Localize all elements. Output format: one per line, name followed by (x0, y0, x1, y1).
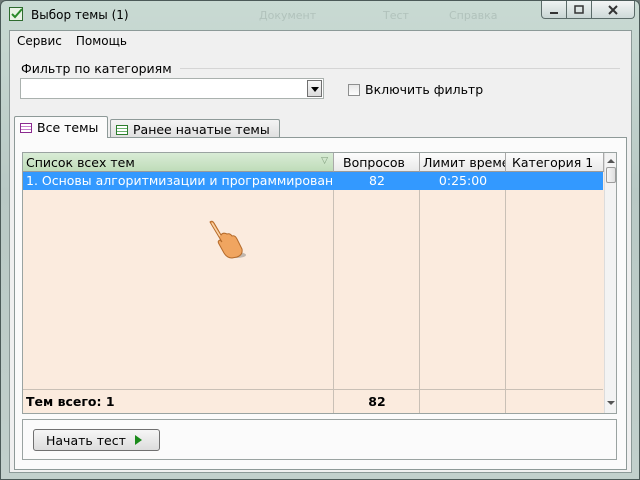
list-icon (20, 122, 32, 133)
minimize-button[interactable] (541, 1, 567, 19)
column-header-category[interactable]: Категория 1 (506, 153, 604, 172)
chevron-down-icon[interactable] (307, 80, 322, 97)
column-header-time-limit[interactable]: Лимит времени (420, 153, 506, 172)
action-frame: Начать тест (22, 419, 617, 460)
menu-item-help[interactable]: Помощь (69, 31, 134, 51)
column-divider (333, 172, 334, 413)
tab-all-topics[interactable]: Все темы (14, 116, 108, 138)
footer-divider (23, 389, 603, 390)
sort-arrow-icon: ▽ (321, 156, 328, 166)
filter-group-label: Фильтр по категориям (21, 61, 172, 76)
total-topics-label: Тем всего: 1 (26, 394, 115, 409)
menu-item-service[interactable]: Сервис (10, 31, 69, 51)
window-title: Выбор темы (1) (31, 8, 129, 22)
category-cell[interactable] (506, 173, 603, 189)
background-title-ghost: Справка (449, 9, 498, 22)
window-client-area: Сервис Помощь Фильтр по категориям Включ… (9, 30, 632, 473)
vertical-scrollbar[interactable] (604, 153, 616, 413)
questions-cell[interactable]: 82 (334, 173, 420, 189)
filter-group-divider (180, 68, 620, 69)
background-title-ghost: Документ (259, 9, 317, 22)
column-header-questions[interactable]: Вопросов (334, 153, 420, 172)
enable-filter-checkbox[interactable] (348, 84, 360, 96)
scroll-thumb[interactable] (606, 167, 616, 183)
app-window: Выбор темы (1) Документ Тест Справка Сер… (0, 0, 640, 480)
hand-pointer-icon (209, 220, 246, 259)
title-bar[interactable]: Выбор темы (1) Документ Тест Справка (1, 1, 639, 29)
close-button[interactable] (591, 1, 635, 19)
enable-filter-label[interactable]: Включить фильтр (365, 82, 483, 97)
topic-name-cell[interactable]: 1. Основы алгоритмизации и программирова… (26, 173, 332, 189)
tab-label: Все темы (37, 120, 99, 135)
close-icon (608, 4, 618, 15)
column-divider (419, 172, 420, 413)
start-test-label: Начать тест (46, 432, 126, 448)
time-limit-cell[interactable]: 0:25:00 (420, 173, 506, 189)
total-questions-value: 82 (368, 394, 386, 409)
tab-started-topics[interactable]: Ранее начатые темы (110, 119, 280, 139)
scroll-up-icon[interactable] (607, 159, 615, 163)
scroll-down-icon[interactable] (607, 401, 615, 405)
category-filter-combo[interactable] (20, 78, 324, 99)
start-test-button[interactable]: Начать тест (33, 429, 160, 451)
column-divider (505, 172, 506, 413)
maximize-icon (574, 4, 584, 14)
maximize-button[interactable] (566, 1, 592, 19)
menu-bar: Сервис Помощь (10, 31, 631, 51)
table-icon (116, 124, 128, 135)
tab-label: Ранее начатые темы (133, 122, 270, 137)
play-icon (134, 435, 142, 445)
tab-panel: Список всех тем ▽ Вопросов Лимит времени… (14, 137, 627, 470)
column-header-topic[interactable]: Список всех тем ▽ (23, 153, 334, 172)
background-title-ghost: Тест (383, 9, 409, 22)
checkmark-icon (9, 7, 23, 21)
minimize-icon (550, 11, 558, 14)
topics-grid: Список всех тем ▽ Вопросов Лимит времени… (22, 152, 617, 414)
